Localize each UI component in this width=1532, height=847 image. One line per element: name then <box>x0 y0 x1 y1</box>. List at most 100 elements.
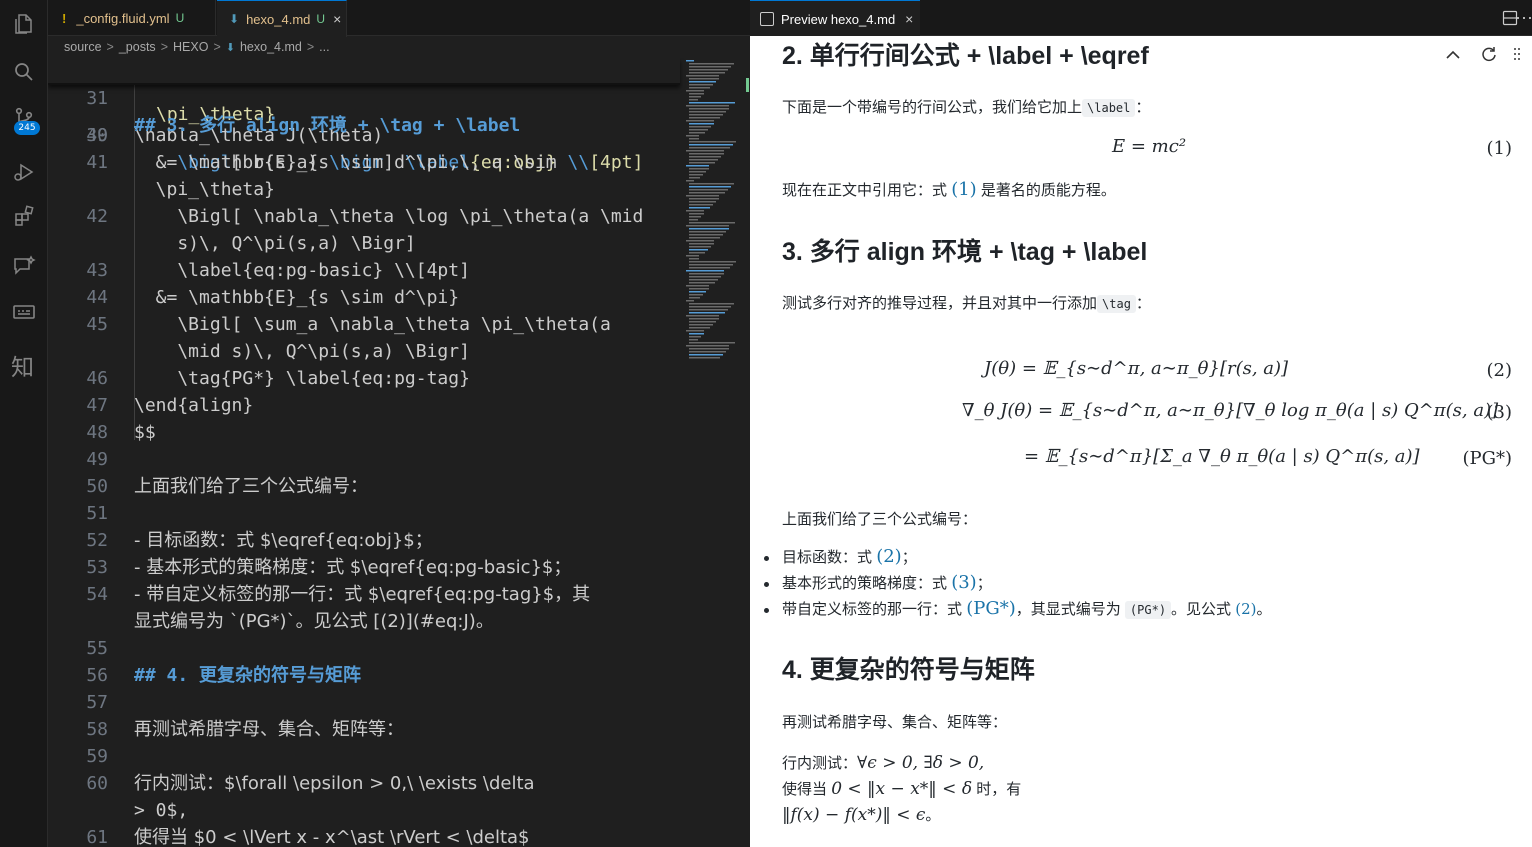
markdown-file-icon: ⬇ <box>225 41 235 54</box>
equation-number: (2) <box>1486 360 1513 381</box>
tab-config-yml[interactable]: ! _config.fluid.yml U <box>48 0 216 36</box>
chevron-right-icon: > <box>306 40 315 54</box>
code-line: 59 <box>86 746 108 767</box>
activity-bar: 245 知 <box>0 0 48 847</box>
code-line: 42 \Bigl[ \nabla_\theta \log \pi_\theta(… <box>86 206 644 227</box>
code-line: 46 \tag{PG*} \label{eq:pg-tag} <box>86 368 470 389</box>
equation-number: (3) <box>1486 402 1513 423</box>
minimap[interactable] <box>684 58 738 368</box>
vertical-scrollbar[interactable] <box>738 58 750 847</box>
breadcrumb: source > _posts > HEXO > ⬇ hexo_4.md > .… <box>64 38 330 56</box>
code-editor[interactable]: 31 ## 3. 多行 align 环境 + \tag + \label \pi… <box>48 58 688 847</box>
equation-ref-link[interactable]: (2) <box>876 546 902 567</box>
code-line: 60 行内测试：$\forall \epsilon > 0,\ \exists \… <box>86 773 535 794</box>
tab-label: hexo_4.md <box>246 11 311 27</box>
list-item: 目标函数：式 (2)； <box>750 546 1272 572</box>
code-line: 51 <box>86 503 108 524</box>
chevron-right-icon: > <box>213 40 221 54</box>
equation-ref-link[interactable]: (PG*) <box>966 598 1016 619</box>
code-line: 53- 基本形式的策略梯度：式 $\eqref{eq:pg-basic}$； <box>86 557 572 578</box>
code-line: 54- 带自定义标签的那一行：式 $\eqref{eq:pg-tag}$，其 <box>86 584 591 605</box>
line-number: 31 <box>86 88 108 109</box>
paragraph: 再测试希腊字母、集合、矩阵等： <box>782 714 1008 731</box>
code-line: 41 &= \mathbb{E}_{s \sim d^\pi,\, a \sim <box>86 152 557 173</box>
equation-number: (PG*) <box>1462 448 1512 469</box>
paragraph: 行内测试：∀ϵ > 0, ∃δ > 0, <box>782 753 985 773</box>
equation-1: E = mc² <box>1112 136 1187 157</box>
breadcrumb-hexo[interactable]: HEXO <box>173 40 208 54</box>
code-line: 56 ## 4. 更复杂的符号与矩阵 <box>86 665 362 686</box>
equation-number: (1) <box>1486 138 1513 159</box>
remote-explorer-icon[interactable] <box>12 300 36 324</box>
equation-link[interactable]: (2) <box>1235 600 1256 618</box>
equation-pg-tag: = 𝔼_{s∼d^π}[Σ_a ∇_θ π_θ(a | s) Q^π(s, a)… <box>1024 446 1420 467</box>
code-line: 58 再测试希腊字母、集合、矩阵等： <box>86 719 404 740</box>
equation-ref-link[interactable]: (1) <box>951 179 977 200</box>
code-line: ## 3. 多行 align 环境 + \tag + \label <box>134 115 521 136</box>
bullet-list: 目标函数：式 (2)； 基本形式的策略梯度：式 (3)； 带自定义标签的那一行：… <box>750 546 1272 624</box>
code-line: 52- 目标函数：式 $\eqref{eq:obj}$； <box>86 530 433 551</box>
close-icon[interactable]: × <box>905 11 913 27</box>
list-item: 带自定义标签的那一行：式 (PG*)，其显式编号为 (PG*) 。见公式 (2)。 <box>750 598 1272 624</box>
breadcrumb-more[interactable]: ... <box>319 40 329 54</box>
code-line: 50 上面我们给了三个公式编号： <box>86 476 368 497</box>
warning-exclaim-icon: ! <box>62 10 67 26</box>
code-line: 48 $$ <box>86 422 156 443</box>
code-line: 55 <box>86 638 108 659</box>
chevron-right-icon: > <box>106 40 114 54</box>
equation-2: J(θ) = 𝔼_{s∼d^π, a∼π_θ}[r(s, a)] <box>984 358 1289 379</box>
breadcrumb-source[interactable]: source <box>64 40 102 54</box>
code-line: 49 <box>86 449 108 470</box>
untracked-flag: U <box>316 12 326 26</box>
inline-code: (PG*) <box>1124 601 1172 619</box>
markdown-file-icon: ⬇ <box>229 12 240 26</box>
paragraph: 上面我们给了三个公式编号： <box>782 511 978 528</box>
refresh-icon[interactable] <box>1480 45 1498 63</box>
equation-3: ∇_θ J(θ) = 𝔼_{s∼d^π, a∼π_θ}[∇_θ log π_θ(… <box>962 400 1499 421</box>
chevron-up-icon[interactable] <box>1444 46 1462 64</box>
editor-group: ! _config.fluid.yml U ⬇ hexo_4.md U × so… <box>48 0 750 847</box>
more-actions-icon[interactable]: ··· <box>1515 7 1532 28</box>
breadcrumb-file[interactable]: hexo_4.md <box>240 40 302 54</box>
preview-icon <box>760 12 774 26</box>
equation-ref-link[interactable]: (3) <box>951 572 977 593</box>
sticky-scroll-header[interactable]: 31 ## 3. 多行 align 环境 + \tag + \label <box>48 58 680 136</box>
code-line: 43 \label{eq:pg-basic} \\[4pt] <box>86 260 470 281</box>
paragraph: 下面是一个带编号的行间公式，我们给它加上 \label： <box>782 99 1151 117</box>
paragraph: 现在在正文中引用它：式 (1) 是著名的质能方程。 <box>782 179 1116 200</box>
code-line: \pi_\theta} <box>134 179 275 200</box>
close-icon[interactable]: × <box>333 11 341 27</box>
zhihu-icon[interactable]: 知 <box>11 348 34 382</box>
inline-code: \label <box>1082 99 1136 117</box>
tab-preview[interactable]: Preview hexo_4.md × <box>750 0 920 37</box>
breadcrumb-posts[interactable]: _posts <box>119 40 156 54</box>
extensions-icon[interactable] <box>12 204 36 228</box>
explorer-icon[interactable] <box>12 12 36 36</box>
paragraph: 测试多行对齐的推导过程，并且对其中一行添加 \tag： <box>782 295 1151 313</box>
code-line: 45 \Bigl[ \sum_a \nabla_\theta \pi_\thet… <box>86 314 611 335</box>
heading-eq-single: 2. 单行行间公式 + \label + \eqref <box>782 42 1149 70</box>
code-line: s)\, Q^\pi(s,a) \Bigr] <box>134 233 416 254</box>
untracked-flag: U <box>175 11 185 25</box>
run-debug-icon[interactable] <box>12 160 36 184</box>
list-item: 基本形式的策略梯度：式 (3)； <box>750 572 1272 598</box>
paragraph: 使得当 0 < ‖x − x*‖ < δ 时，有 <box>782 779 1022 799</box>
chat-icon[interactable] <box>12 254 36 278</box>
tab-hexo-md[interactable]: ⬇ hexo_4.md U × <box>217 0 347 37</box>
code-line: 61 使得当 $0 < \lVert x - x^\ast \rVert < \d… <box>86 827 530 847</box>
preview-tabbar: Preview hexo_4.md × ··· <box>750 0 1532 37</box>
heading-align: 3. 多行 align 环境 + \tag + \label <box>782 238 1148 266</box>
code-line: \mid s)\, Q^\pi(s,a) \Bigr] <box>134 341 470 362</box>
search-icon[interactable] <box>12 60 36 84</box>
preview-scrollbar[interactable] <box>1520 36 1532 847</box>
code-line: > 0$, <box>134 800 189 821</box>
code-line: 44 &= \mathbb{E}_{s \sim d^\pi} <box>86 287 460 308</box>
heading-symbols: 4. 更复杂的符号与矩阵 <box>782 656 1035 684</box>
tab-label: _config.fluid.yml <box>76 10 170 26</box>
code-line: 47 \end{align} <box>86 395 254 416</box>
code-line: 57 <box>86 692 108 713</box>
editor-tabbar: ! _config.fluid.yml U ⬇ hexo_4.md U × <box>48 0 750 37</box>
paragraph: ‖f(x) − f(x*)‖ < ϵ。 <box>782 805 941 825</box>
chevron-right-icon: > <box>160 40 168 54</box>
code-line: 显式编号为 `(PG*)`。见公式 [(2)](#eq:J)。 <box>134 611 494 632</box>
